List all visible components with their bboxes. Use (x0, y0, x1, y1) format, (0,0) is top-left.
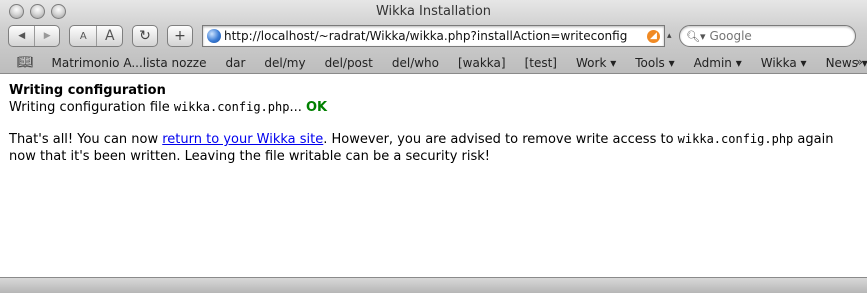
forward-arrow-icon: ▶ (43, 31, 51, 41)
page-content: Writing configuration Writing configurat… (0, 74, 867, 277)
status-ellipsis: ... (289, 100, 302, 115)
bookmark-item[interactable]: Matrimonio A...lista nozze (52, 56, 207, 70)
text-bigger-icon: A (104, 28, 115, 44)
plus-icon: + (174, 28, 186, 44)
bookmark-item[interactable]: [test] (525, 56, 557, 70)
globe-icon (207, 29, 221, 43)
para-start: That's all! You can now (9, 132, 163, 147)
status-bar (0, 277, 867, 293)
back-arrow-icon: ◀ (18, 31, 26, 41)
page-heading: Writing configuration (9, 83, 166, 98)
rss-icon[interactable]: ◢ (647, 29, 660, 43)
status-line: Writing configuration file wikka.config.… (9, 99, 858, 116)
text-bigger-button[interactable]: A (96, 26, 122, 46)
bookmark-menu-work[interactable]: Work ▾ (576, 56, 616, 70)
text-size-group: A A (69, 25, 123, 47)
bookmark-menu-admin[interactable]: Admin ▾ (694, 56, 742, 70)
completion-paragraph: That's all! You can now return to your W… (9, 131, 858, 165)
bookmark-item[interactable]: del/my (264, 56, 305, 70)
browser-chrome: Wikka Installation ◀ ▶ A A ↻ + http://lo… (0, 0, 867, 74)
bookmarks-overflow-icon[interactable]: » (856, 55, 863, 69)
bookmark-menu-tools[interactable]: Tools ▾ (635, 56, 674, 70)
bookmark-item[interactable]: dar (225, 56, 245, 70)
search-field[interactable]: 🔍︎▾ (679, 25, 856, 47)
bookmark-item[interactable]: del/who (392, 56, 439, 70)
reload-button[interactable]: ↻ (132, 25, 158, 47)
bookmark-item[interactable]: del/post (325, 56, 373, 70)
status-ok: OK (306, 100, 328, 115)
url-text[interactable]: http://localhost/~radrat/Wikka/wikka.php… (224, 29, 647, 43)
window-title: Wikka Installation (375, 4, 492, 19)
search-input[interactable] (709, 29, 850, 43)
bookmark-menu-wikka[interactable]: Wikka ▾ (761, 56, 807, 70)
add-bookmark-button[interactable]: + (167, 25, 193, 47)
history-nav-group: ◀ ▶ (8, 25, 60, 47)
forward-button[interactable]: ▶ (34, 26, 59, 46)
book-icon[interactable]: 📖︎ (17, 55, 34, 70)
back-button[interactable]: ◀ (9, 26, 34, 46)
reload-icon: ↻ (139, 28, 151, 44)
text-smaller-button[interactable]: A (70, 26, 96, 46)
bookmark-item[interactable]: [wakka] (458, 56, 506, 70)
title-bar: Wikka Installation (0, 0, 867, 22)
browser-window: Wikka Installation ◀ ▶ A A ↻ + http://lo… (0, 0, 867, 293)
para-filename: wikka.config.php (677, 132, 794, 146)
config-filename: wikka.config.php (173, 100, 290, 114)
bookmarks-bar: 📖︎ Matrimonio A...lista nozze dar del/my… (0, 52, 867, 73)
url-history-chevron-icon[interactable]: ▴ (667, 31, 672, 41)
status-prefix: Writing configuration file (9, 100, 174, 115)
toolbar: ◀ ▶ A A ↻ + http://localhost/~radrat/Wik… (0, 22, 867, 50)
text-smaller-icon: A (79, 30, 87, 42)
search-icon[interactable]: 🔍︎▾ (686, 30, 706, 43)
address-bar[interactable]: http://localhost/~radrat/Wikka/wikka.php… (202, 25, 665, 47)
para-middle: . However, you are advised to remove wri… (323, 132, 678, 147)
return-to-site-link[interactable]: return to your Wikka site (162, 132, 323, 147)
